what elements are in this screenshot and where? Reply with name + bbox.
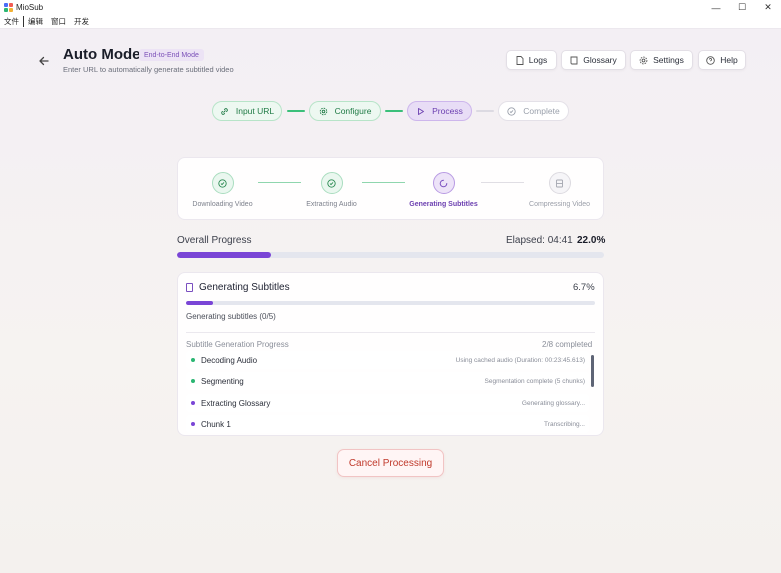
substep-downloading-video: Downloading Video xyxy=(191,172,254,208)
step-input-url[interactable]: Input URL xyxy=(212,101,282,121)
step-label: Process xyxy=(432,106,463,116)
film-icon xyxy=(548,172,571,194)
menubar: 文件 编辑 窗口 开发 xyxy=(0,15,781,29)
mode-badge: End-to-End Mode xyxy=(139,49,204,61)
task-progress-bar xyxy=(186,301,595,305)
substep-compressing-video: Compressing Video xyxy=(526,172,593,208)
logs-button[interactable]: Logs xyxy=(506,50,557,70)
app-logo-icon xyxy=(4,3,13,12)
step-label: Complete xyxy=(523,106,560,116)
divider xyxy=(186,332,595,333)
window-controls: — ☐ ✕ xyxy=(703,0,781,15)
step-process[interactable]: Process xyxy=(407,101,472,121)
overall-progress-fill xyxy=(177,252,271,258)
list-item: Segmenting Segmentation complete (5 chun… xyxy=(186,372,589,390)
menu-edit[interactable]: 编辑 xyxy=(23,16,47,27)
item-detail: Generating glossary... xyxy=(521,399,585,407)
back-arrow-icon[interactable] xyxy=(36,53,52,69)
task-progress-fill xyxy=(186,301,214,305)
check-circle-icon xyxy=(507,106,516,116)
minimize-button[interactable]: — xyxy=(703,0,729,15)
document-icon xyxy=(516,55,524,65)
menu-window[interactable]: 窗口 xyxy=(47,16,70,27)
status-dot-icon xyxy=(191,422,195,426)
substep-connector xyxy=(258,182,301,183)
substep-connector xyxy=(481,182,524,183)
list-scrollbar[interactable] xyxy=(591,355,594,387)
section-label: Subtitle Generation Progress xyxy=(186,340,289,349)
menu-file[interactable]: 文件 xyxy=(0,16,23,27)
gear-icon xyxy=(639,56,648,64)
overall-progress-percent: 22.0% xyxy=(577,235,606,246)
close-button[interactable]: ✕ xyxy=(755,0,781,15)
item-detail: Using cached audio (Duration: 00:23:45.6… xyxy=(455,356,585,364)
maximize-button[interactable]: ☐ xyxy=(729,0,755,15)
substep-label: Downloading Video xyxy=(192,201,253,208)
item-name: Extracting Glossary xyxy=(201,398,271,408)
page-title: Auto Mode xyxy=(63,46,141,63)
play-icon xyxy=(418,107,425,115)
step-connector xyxy=(385,110,403,112)
list-item: Extracting Glossary Generating glossary.… xyxy=(186,394,589,412)
status-dot-icon xyxy=(191,358,195,362)
check-circle-icon xyxy=(320,172,343,194)
window-title: MioSub xyxy=(16,3,44,12)
substep-extracting-audio: Extracting Audio xyxy=(302,172,361,208)
item-detail: Transcribing... xyxy=(544,420,585,428)
task-title: Generating Subtitles xyxy=(199,282,290,293)
step-label: Input URL xyxy=(235,106,275,116)
substep-label: Compressing Video xyxy=(529,201,590,208)
item-name: Decoding Audio xyxy=(201,355,258,365)
glossary-button-label: Glossary xyxy=(583,55,617,65)
check-circle-icon xyxy=(211,172,234,194)
section-count: 2/8 completed xyxy=(542,340,593,349)
substep-generating-subtitles: Generating Subtitles xyxy=(407,172,480,208)
elapsed-time: Elapsed: 04:41 xyxy=(506,235,573,246)
spinner-icon xyxy=(432,172,455,194)
step-complete[interactable]: Complete xyxy=(498,101,569,121)
glossary-button[interactable]: Glossary xyxy=(561,50,626,70)
help-button[interactable]: Help xyxy=(698,50,746,70)
step-label: Configure xyxy=(334,106,372,116)
status-dot-icon xyxy=(191,379,195,383)
help-button-label: Help xyxy=(720,55,738,65)
settings-button[interactable]: Settings xyxy=(630,50,693,70)
menu-develop[interactable]: 开发 xyxy=(70,16,93,27)
substep-label: Generating Subtitles xyxy=(409,201,478,208)
list-item: Chunk 1 Transcribing... xyxy=(186,415,589,433)
document-icon xyxy=(186,283,193,292)
book-icon xyxy=(570,56,578,64)
help-circle-icon xyxy=(706,55,715,65)
item-name: Chunk 1 xyxy=(201,419,231,429)
task-status-text: Generating subtitles (0/5) xyxy=(186,312,276,321)
logs-button-label: Logs xyxy=(528,55,548,65)
list-item: Decoding Audio Using cached audio (Durat… xyxy=(186,351,589,369)
overall-progress-label: Overall Progress xyxy=(177,235,252,246)
task-progress-percent: 6.7% xyxy=(573,282,595,293)
overall-progress-bar xyxy=(177,252,604,258)
cancel-processing-button[interactable]: Cancel Processing xyxy=(337,449,444,477)
status-dot-icon xyxy=(191,401,195,405)
settings-button-label: Settings xyxy=(653,55,684,65)
substeps-card: Downloading Video Extracting Audio Gener… xyxy=(177,157,604,220)
page-subtitle: Enter URL to automatically generate subt… xyxy=(63,65,234,74)
step-connector xyxy=(287,110,305,112)
substep-connector xyxy=(362,182,405,183)
link-icon xyxy=(221,107,228,115)
main-content: Auto Mode End-to-End Mode Enter URL to a… xyxy=(0,29,781,573)
gear-icon xyxy=(319,107,327,115)
step-connector xyxy=(476,110,494,112)
item-name: Segmenting xyxy=(201,376,244,386)
window-titlebar: MioSub — ☐ ✕ xyxy=(0,0,781,15)
item-detail: Segmentation complete (5 chunks) xyxy=(484,377,585,385)
substep-label: Extracting Audio xyxy=(306,201,357,208)
step-configure[interactable]: Configure xyxy=(309,101,381,121)
